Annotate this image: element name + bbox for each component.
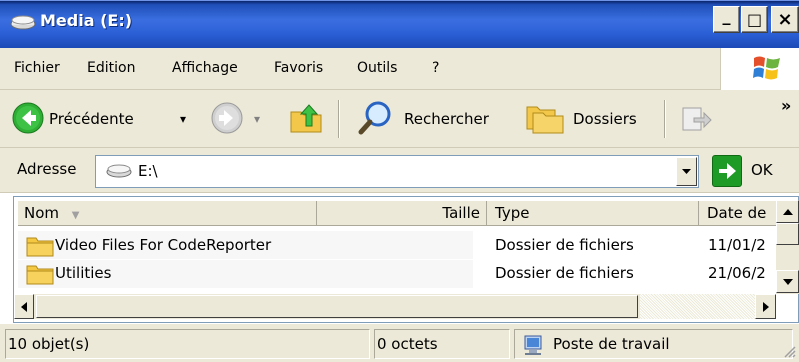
folder-icon: [26, 235, 54, 261]
scroll-right-button[interactable]: [755, 294, 776, 319]
chevron-left-icon: [21, 301, 27, 312]
chevron-down-icon: [682, 169, 691, 174]
up-folder-icon[interactable]: [288, 100, 324, 140]
column-header-date[interactable]: Date de: [699, 201, 779, 226]
status-size: 0 octets: [374, 329, 510, 359]
address-label: Adresse: [17, 160, 77, 178]
resize-grip-icon[interactable]: [782, 344, 796, 362]
search-button-label[interactable]: Rechercher: [404, 110, 489, 128]
menu-affichage[interactable]: Affichage: [172, 60, 238, 76]
scroll-left-button[interactable]: [14, 294, 34, 319]
address-value[interactable]: E:\: [138, 162, 158, 180]
file-type: Dossier de fichiers: [495, 264, 634, 282]
horizontal-scroll-track[interactable]: [640, 294, 764, 319]
status-zone: Poste de travail: [514, 329, 793, 359]
status-object-count: 10 objet(s): [5, 329, 370, 359]
minimize-button[interactable]: _: [713, 6, 740, 33]
move-to-icon[interactable]: [680, 102, 712, 138]
horizontal-scroll-thumb[interactable]: [36, 295, 638, 318]
folders-button-label[interactable]: Dossiers: [573, 110, 637, 128]
chevron-down-icon: [782, 278, 793, 285]
column-header-name[interactable]: Nom ▼: [18, 201, 317, 226]
maximize-icon: □: [746, 10, 763, 29]
minimize-icon: _: [722, 6, 731, 25]
address-input[interactable]: [95, 155, 699, 188]
column-header-size[interactable]: Taille: [317, 201, 487, 226]
back-arrow-icon[interactable]: [12, 102, 44, 138]
back-button-label[interactable]: Précédente: [49, 110, 134, 128]
address-dropdown-button[interactable]: [676, 157, 697, 186]
forward-dropdown-icon[interactable]: ▾: [254, 112, 260, 126]
vertical-scroll-thumb[interactable]: [776, 223, 799, 245]
toolbar-overflow-icon[interactable]: »: [781, 96, 791, 115]
go-arrow-icon: [719, 163, 736, 179]
toolbar-separator: [338, 100, 340, 138]
folder-icon: [26, 263, 54, 289]
file-name[interactable]: Video Files For CodeReporter: [55, 236, 271, 254]
menu-outils[interactable]: Outils: [357, 60, 397, 76]
search-icon[interactable]: [358, 100, 394, 140]
menu-edition[interactable]: Edition: [87, 60, 135, 76]
file-date: 21/06/2: [708, 264, 766, 282]
chevron-right-icon: [762, 301, 769, 312]
file-date: 11/01/2: [708, 236, 766, 254]
menu-favoris[interactable]: Favoris: [274, 60, 323, 76]
menu-help[interactable]: ?: [432, 60, 439, 76]
folders-icon[interactable]: [525, 101, 565, 139]
menu-fichier[interactable]: Fichier: [14, 60, 60, 76]
column-header-type[interactable]: Type: [487, 201, 699, 226]
close-icon: ×: [777, 9, 793, 30]
drive-small-icon: [105, 164, 133, 182]
window-title: Media (E:): [40, 11, 133, 30]
sort-descending-icon: ▼: [71, 210, 80, 221]
go-button[interactable]: [712, 155, 742, 187]
windows-logo-icon: [752, 54, 782, 86]
file-name[interactable]: Utilities: [55, 264, 111, 282]
close-button[interactable]: ×: [771, 6, 799, 33]
toolbar-separator: [664, 100, 666, 138]
maximize-button[interactable]: □: [741, 6, 768, 33]
forward-arrow-icon[interactable]: [211, 102, 243, 138]
drive-icon: [10, 15, 36, 35]
scroll-up-button[interactable]: [776, 200, 799, 223]
scroll-down-button[interactable]: [776, 270, 799, 293]
back-dropdown-icon[interactable]: ▾: [180, 112, 186, 126]
file-type: Dossier de fichiers: [495, 236, 634, 254]
chevron-up-icon: [782, 208, 793, 215]
my-computer-icon: [522, 334, 546, 360]
go-label[interactable]: OK: [751, 161, 773, 179]
